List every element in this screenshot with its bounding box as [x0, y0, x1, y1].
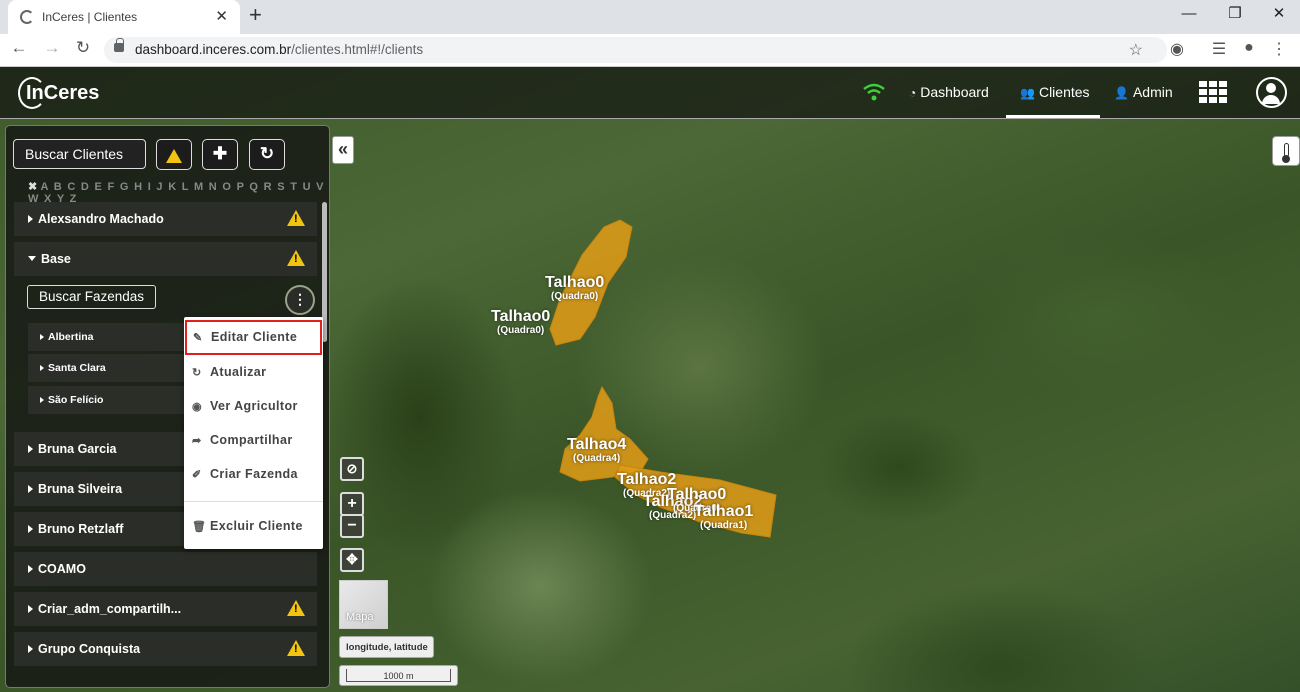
user-plus-icon: 👤	[1114, 86, 1129, 100]
search-farms-button[interactable]: Buscar Fazendas	[27, 285, 156, 309]
farm-row[interactable]: Albertina	[28, 323, 188, 351]
favicon-icon	[20, 10, 34, 24]
app-logo[interactable]: InCeres	[26, 82, 99, 105]
create-farm-menu-item[interactable]: ✐ Criar Fazenda	[184, 460, 323, 490]
thermometer-icon	[1282, 143, 1290, 163]
clear-filter-icon[interactable]: ✖	[28, 181, 39, 193]
view-farmer-menu-item[interactable]: ◉ Ver Agricultor	[184, 392, 323, 422]
client-row[interactable]: Base	[14, 242, 317, 276]
nav-dashboard[interactable]: ◔ Dashboard	[909, 84, 989, 100]
warning-icon	[287, 600, 305, 616]
new-tab-button[interactable]: +	[249, 4, 262, 26]
coordinate-readout: longitude, latitude	[339, 636, 434, 658]
window-close-button[interactable]: ✕	[1256, 3, 1300, 25]
url-text: dashboard.inceres.com.br/clientes.html#!…	[135, 42, 424, 57]
connection-wifi-icon	[863, 83, 885, 101]
zoom-out-button[interactable]: −	[340, 514, 364, 538]
caret-right-icon	[28, 485, 33, 493]
active-nav-indicator	[1006, 115, 1100, 118]
zoom-in-button[interactable]: +	[340, 492, 364, 516]
warning-icon	[287, 210, 305, 226]
caret-right-icon	[28, 445, 33, 453]
scale-bar: 1000 m	[339, 665, 458, 686]
caret-down-icon	[28, 256, 36, 261]
plot-label[interactable]: Talhao0 (Quadra0)	[491, 309, 550, 336]
refresh-clients-button[interactable]: ↻	[249, 139, 285, 170]
client-row[interactable]: COAMO	[14, 552, 317, 586]
caret-right-icon	[28, 565, 33, 573]
nav-clientes[interactable]: 👥 Clientes	[1020, 84, 1090, 100]
plus-icon: ✚	[212, 144, 228, 163]
caret-right-icon	[28, 215, 33, 223]
collapse-panel-button[interactable]: «	[332, 136, 354, 164]
trash-icon: 🗑	[192, 521, 207, 533]
refresh-icon: ↻	[259, 144, 275, 163]
warning-icon	[166, 149, 182, 163]
window-restore-button[interactable]: ❐	[1212, 3, 1258, 25]
bookmark-star-icon[interactable]: ☆	[1129, 40, 1143, 60]
compass-reset-button[interactable]: ⊘	[340, 457, 364, 481]
forward-icon[interactable]: →	[41, 38, 63, 58]
apps-grid-icon[interactable]	[1199, 81, 1227, 103]
user-account-icon[interactable]	[1256, 77, 1287, 108]
nav-admin[interactable]: 👤 Admin	[1114, 84, 1173, 100]
brush-icon: ✐	[192, 469, 202, 481]
plot-label[interactable]: Talhao1 (Quadra1)	[694, 504, 753, 531]
profile-icon[interactable]: ●	[1238, 39, 1260, 57]
tab-title: InCeres | Clientes	[42, 10, 138, 24]
caret-right-icon	[40, 365, 44, 371]
minimap-toggle[interactable]: Mapa	[339, 580, 388, 629]
caret-right-icon	[40, 334, 44, 340]
menu-kebab-icon[interactable]: ⋮	[1268, 39, 1290, 59]
edit-client-menu-item[interactable]: ✎ Editar Cliente	[185, 320, 322, 355]
warning-icon	[287, 640, 305, 656]
back-icon[interactable]: ←	[8, 38, 30, 58]
client-row[interactable]: Alexsandro Machado	[14, 202, 317, 236]
menu-divider	[184, 501, 323, 502]
share-menu-item[interactable]: ➦ Compartilhar	[184, 426, 323, 456]
farm-row[interactable]: São Felício	[28, 386, 188, 414]
plot-label[interactable]: Talhao4 (Quadra4)	[567, 437, 626, 464]
refresh-icon: ↻	[192, 367, 202, 379]
client-row[interactable]: Criar_adm_compartilh...	[14, 592, 317, 626]
user-circle-icon: ◉	[192, 401, 202, 413]
extension-icon[interactable]: ◉	[1166, 39, 1188, 59]
client-options-kebab-icon[interactable]: ⋮	[285, 285, 315, 315]
pencil-icon: ✎	[193, 332, 203, 344]
client-context-menu: ✎ Editar Cliente ↻ Atualizar ◉ Ver Agricult…	[184, 317, 323, 549]
warning-filter-button[interactable]	[156, 139, 192, 170]
warning-icon	[287, 250, 305, 266]
search-clients-input[interactable]	[13, 139, 146, 169]
plot-polygon-talhao4	[559, 385, 649, 482]
caret-right-icon	[28, 525, 33, 533]
client-row[interactable]: Grupo Conquista	[14, 632, 317, 666]
app-header: InCeres ◔ Dashboard 👥 Clientes 👤 Admin	[0, 67, 1300, 119]
media-icon[interactable]: ☰	[1208, 39, 1230, 59]
plot-label[interactable]: Talhao0 (Quadra0)	[545, 275, 604, 302]
thermometer-button[interactable]	[1272, 136, 1300, 166]
address-bar[interactable]: dashboard.inceres.com.br/clientes.html#!…	[104, 37, 1167, 63]
refresh-client-menu-item[interactable]: ↻ Atualizar	[184, 358, 323, 388]
window-minimize-button[interactable]: —	[1166, 3, 1212, 25]
pan-move-button[interactable]: ✥	[340, 548, 364, 572]
browser-tab[interactable]: InCeres | Clientes ✕	[8, 0, 240, 34]
tab-close-icon[interactable]: ✕	[215, 7, 228, 25]
minimap-label: Mapa	[346, 611, 374, 623]
lock-icon	[114, 38, 124, 52]
dashboard-icon: ◔	[909, 86, 917, 100]
add-client-button[interactable]: ✚	[202, 139, 238, 170]
browser-tab-strip: InCeres | Clientes ✕ + — ❐ ✕	[0, 0, 1300, 34]
caret-right-icon	[40, 397, 44, 403]
users-icon: 👥	[1020, 86, 1035, 100]
caret-right-icon	[28, 645, 33, 653]
delete-client-menu-item[interactable]: 🗑 Excluir Cliente	[184, 512, 323, 542]
browser-toolbar: ← → ↻ dashboard.inceres.com.br/clientes.…	[0, 34, 1300, 67]
caret-right-icon	[28, 605, 33, 613]
reload-icon[interactable]: ↻	[72, 38, 94, 58]
farm-row[interactable]: Santa Clara	[28, 354, 188, 382]
share-icon: ➦	[192, 435, 202, 447]
